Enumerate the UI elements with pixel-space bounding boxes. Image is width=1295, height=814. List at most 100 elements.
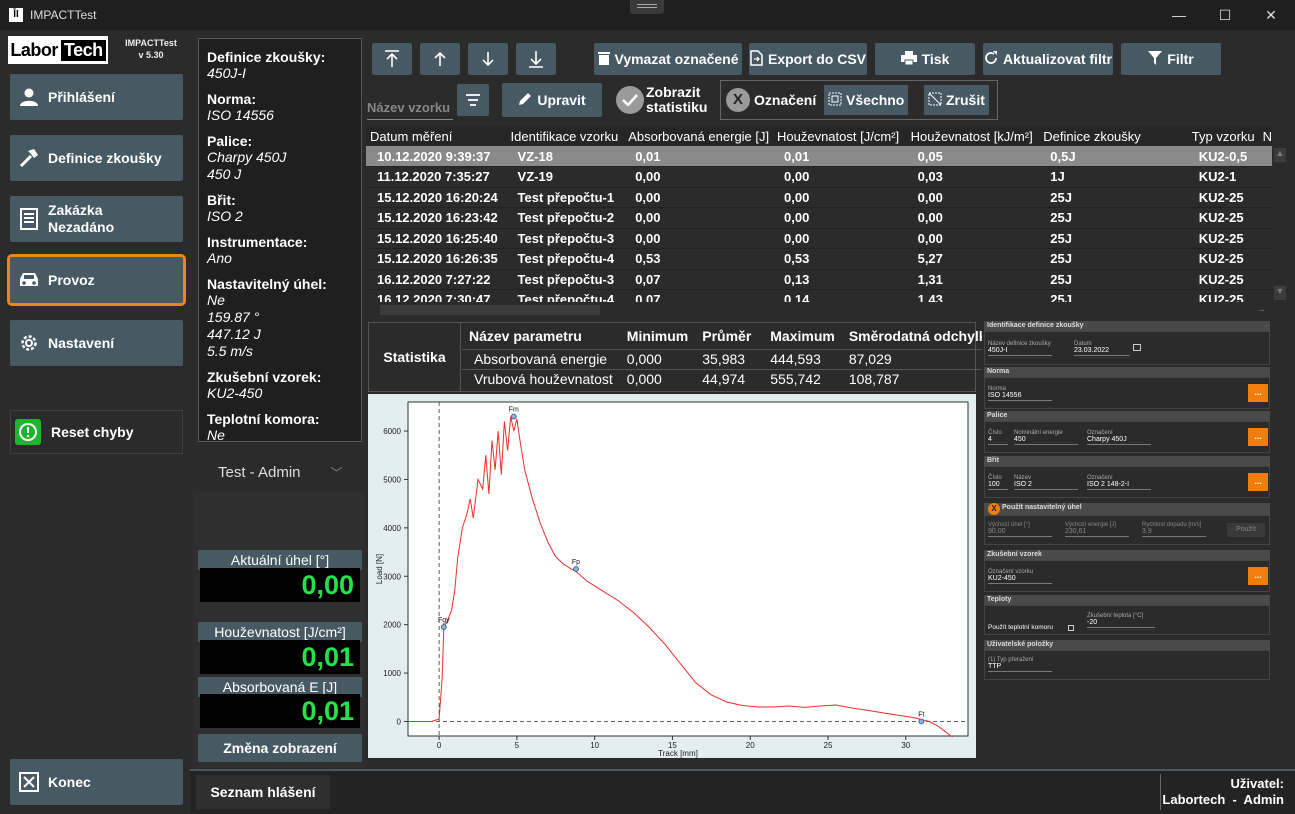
temperature-chamber-checkbox[interactable] (1068, 625, 1074, 631)
start-angle-field[interactable]: 90,00 (988, 528, 1052, 537)
adjustable-angle-toggle-icon[interactable]: X (988, 503, 1000, 515)
column-header[interactable]: Typ vzorku (1187, 126, 1259, 146)
table-row[interactable]: 16.12.2020 7:27:22 Test přepočtu-3 0,07 0,1… (366, 269, 1272, 290)
start-energy-field[interactable]: 230,61 (1065, 528, 1129, 537)
statistics-row: Absorbovaná energie 0,000 35,983 444,593 87,… (462, 348, 1002, 369)
gauge-label: Houževnatost [J/cm²] (198, 622, 362, 642)
select-all-button[interactable]: Všechno (824, 85, 909, 115)
gauge-energy-value: 0,01 (200, 694, 360, 728)
hammer-designation-field[interactable]: Charpy 450J (1087, 436, 1151, 445)
section-header: Palice (984, 411, 1270, 421)
info-value: 450J-I (207, 65, 246, 81)
column-header[interactable]: Absorbovaná energie [J] (624, 126, 773, 146)
scroll-up-icon[interactable]: ▲ (1274, 148, 1286, 162)
maximize-button[interactable]: ☐ (1202, 0, 1248, 30)
drag-grip[interactable] (630, 0, 664, 14)
section-body: Označení vzorku KU2-450 ... (984, 560, 1270, 592)
table-vertical-scrollbar[interactable]: ▲ ▼ (1272, 146, 1288, 302)
statistics-table: Název parametru Minimum Průměr Maximum S… (462, 323, 1002, 389)
exit-button[interactable]: Konec (10, 759, 183, 805)
measurements-table: Datum měření Identifikace vzorku Absorbo… (366, 126, 1272, 302)
norm-browse-button[interactable]: ... (1248, 384, 1268, 402)
car-icon (10, 270, 48, 290)
marker-point (573, 566, 579, 572)
close-button[interactable]: ✕ (1248, 0, 1294, 30)
up-button[interactable] (420, 43, 460, 75)
definition-name-field[interactable]: 450J-I (988, 347, 1052, 356)
section-body: Výchozí úhel [°] 90,00 Výchozí energie [J… (984, 515, 1270, 545)
nav-settings-button[interactable]: Nastavení (10, 320, 183, 366)
arrow-down-icon (482, 52, 494, 67)
check-circle-icon[interactable] (616, 86, 644, 114)
calendar-icon[interactable] (1133, 344, 1141, 351)
test-temperature-field[interactable]: -20 (1087, 619, 1155, 628)
cancel-selection-button[interactable]: Zrušit (924, 85, 989, 115)
user-combo[interactable]: Test - Admin ﹀ (198, 452, 362, 492)
y-tick-label: 6000 (383, 427, 401, 436)
break-type-field[interactable]: TTP (988, 663, 1052, 672)
date-field[interactable]: 23.03.2022 (1074, 347, 1130, 356)
column-header[interactable]: Definice zkoušky (1039, 126, 1188, 146)
hammer-browse-button[interactable]: ... (1248, 428, 1268, 446)
table-row[interactable]: 10.12.2020 9:39:37 VZ-18 0,01 0,01 0,05 0,5J K… (366, 146, 1272, 167)
message-list-button[interactable]: Seznam hlášení (196, 775, 330, 809)
nav-operation-button[interactable]: Provoz (7, 254, 186, 306)
last-button[interactable] (516, 43, 556, 75)
apply-button[interactable]: Použít (1227, 523, 1265, 537)
pencil-icon (518, 92, 532, 109)
marker-label: Fm (509, 407, 519, 414)
striker-designation-field[interactable]: ISO 2 148-2-I (1087, 481, 1151, 490)
scroll-down-icon[interactable]: ▼ (1274, 286, 1286, 300)
column-header[interactable]: Houževnatost [kJ/m²] (906, 126, 1040, 146)
show-statistics-toggle[interactable]: Zobrazit statistiku (646, 85, 707, 115)
striker-name-field[interactable]: ISO 2 (1014, 481, 1078, 490)
y-tick-label: 0 (397, 717, 402, 726)
table-row[interactable]: 16.12.2020 7:30:47 Test přepočtu-4 0,07 0,1… (366, 289, 1272, 302)
labortech-logo: Labor Tech (8, 36, 108, 64)
column-header[interactable]: Datum měření (366, 126, 507, 146)
sample-name-search-input[interactable] (367, 96, 453, 120)
minimize-button[interactable]: — (1156, 0, 1202, 30)
table-row[interactable]: 15.12.2020 16:26:35 Test přepočtu-4 0,53 0,… (366, 248, 1272, 270)
section-header: Identifikace definice zkoušky (984, 321, 1270, 331)
export-csv-button[interactable]: Export do CSV (749, 43, 867, 75)
app-version: IMPACTTest v 5.30 (125, 38, 177, 60)
column-header[interactable]: Houževnatost [J/cm²] (773, 126, 907, 146)
table-row[interactable]: 15.12.2020 16:23:42 Test přepočtu-2 0,00 0,… (366, 207, 1272, 229)
print-button[interactable]: Tisk (875, 43, 975, 75)
column-header[interactable]: Identifikace vzorku (506, 126, 625, 146)
sort-button[interactable] (457, 84, 489, 116)
filter-button[interactable]: Filtr (1121, 43, 1221, 75)
down-button[interactable] (468, 43, 508, 75)
scroll-thumb[interactable] (380, 305, 600, 315)
striker-browse-button[interactable]: ... (1248, 473, 1268, 491)
refresh-icon (984, 50, 998, 68)
table-row[interactable]: 15.12.2020 16:20:24 Test přepočtu-1 0,00 0,… (366, 187, 1272, 208)
nav-order-button[interactable]: Zakázka Nezadáno (10, 196, 183, 242)
y-tick-label: 4000 (383, 524, 401, 533)
refresh-filter-button[interactable]: Aktualizovat filtr (983, 43, 1113, 75)
first-button[interactable] (372, 43, 412, 75)
export-icon (750, 49, 763, 69)
nominal-energy-field[interactable]: 450 (1014, 436, 1078, 445)
sample-designation-field[interactable]: KU2-450 (988, 575, 1052, 584)
nav-test-definition-button[interactable]: Definice zkoušky (10, 135, 183, 181)
info-label: Břit: (207, 192, 236, 208)
impact-speed-field[interactable]: 3,9 (1142, 528, 1206, 537)
column-header[interactable]: N (1258, 126, 1272, 146)
table-row[interactable]: 11.12.2020 7:35:27 VZ-19 0,00 0,00 0,03 1J KU2… (366, 166, 1272, 188)
reset-error-button[interactable]: Reset chyby (10, 410, 183, 454)
striker-number-field[interactable]: 100 (988, 481, 1008, 490)
section-header: Uživatelské položky (984, 640, 1270, 650)
nav-login-button[interactable]: Přihlášení (10, 74, 183, 120)
norm-field[interactable]: ISO 14556 (988, 392, 1052, 401)
table-row[interactable]: 15.12.2020 16:25:40 Test přepočtu-3 0,00 0,… (366, 228, 1272, 249)
sample-browse-button[interactable]: ... (1248, 567, 1268, 585)
delete-marked-button[interactable]: Vymazat označené (594, 43, 742, 75)
gear-icon (10, 332, 48, 354)
scroll-right-icon[interactable]: → (1256, 304, 1266, 315)
change-view-button[interactable]: Změna zobrazení (198, 734, 362, 762)
edit-button[interactable]: Upravit (502, 83, 602, 117)
hammer-number-field[interactable]: 4 (988, 436, 1008, 445)
y-tick-label: 2000 (383, 621, 401, 630)
